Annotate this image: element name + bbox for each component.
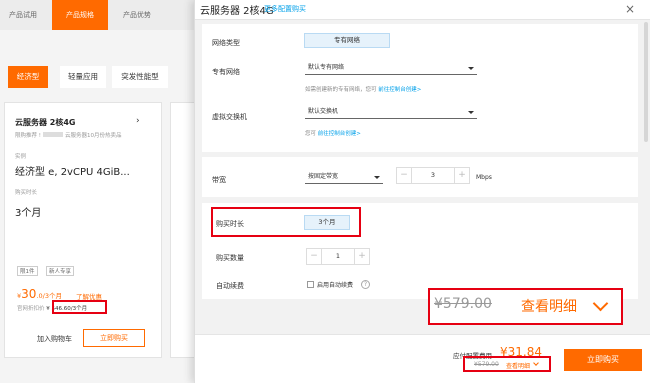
auto-renew-label: 自动续费 (216, 282, 244, 290)
bandwidth-label: 带宽 (212, 176, 226, 184)
vswitch-select[interactable]: 默认交换机 (305, 106, 477, 119)
help-icon[interactable]: ? (361, 280, 370, 289)
subtab-lightweight[interactable]: 轻量应用 (60, 66, 106, 88)
panel-header: 云服务器 2核4G 更多配置购买 × (195, 0, 650, 20)
quantity-decrease-button[interactable]: − (307, 249, 321, 264)
network-section: 网络类型 专有网络 专有网络 默认专有网络 如需创建新的专有网络，您可 前往控制… (202, 24, 638, 152)
subtab-economy[interactable]: 经济型 (8, 66, 48, 88)
instance-value: 经济型 e, 2vCPU 4GiB... (15, 167, 130, 178)
card-title: 云服务器 2核4G (15, 118, 76, 127)
purchase-section: 购买时长 3个月 购买数量 − 1 + 自动续费 启用自动续费 ? (202, 203, 638, 299)
add-to-cart-button[interactable]: 加入购物车 (37, 334, 72, 344)
tab-product-trial[interactable]: 产品试用 (0, 0, 46, 30)
bandwidth-section: 带宽 按固定带宽 − 3 + Mbps (202, 157, 638, 197)
highlight-box-duration (211, 207, 361, 237)
vswitch-help: 您可 前往控制台创建> (305, 131, 361, 137)
panel-title: 云服务器 2核4G (200, 6, 274, 17)
quantity-increase-button[interactable]: + (355, 249, 369, 264)
product-card: 云服务器 2核4G › 限购推荐 ! 云服务器10月份热卖品 实例 经济型 e, … (4, 102, 162, 358)
bandwidth-increase-button[interactable]: + (455, 168, 469, 183)
purchase-panel: 云服务器 2核4G 更多配置购买 × 网络类型 专有网络 专有网络 默认专有网络… (194, 0, 650, 383)
limit-badge: 限1件 (17, 266, 38, 276)
card-buy-now-button[interactable]: 立即购买 (83, 329, 145, 347)
auto-renew-option[interactable]: 启用自动续费 (317, 280, 353, 289)
subtab-burstable[interactable]: 突发性能型 (112, 66, 168, 88)
tab-product-advantages[interactable]: 产品优势 (112, 0, 162, 30)
vpc-help: 如需创建新的专有网络，您可 前往控制台创建> (305, 87, 422, 93)
vswitch-console-link[interactable]: 前往控制台创建> (318, 131, 361, 137)
quantity-label: 购买数量 (216, 254, 244, 262)
buy-now-button[interactable]: 立即购买 (564, 349, 642, 371)
auto-renew-checkbox[interactable] (307, 281, 314, 288)
new-user-badge: 新人专享 (46, 266, 75, 276)
scrollbar[interactable] (644, 22, 648, 142)
tab-product-specs[interactable]: 产品规格 (52, 0, 108, 30)
more-config-link[interactable]: 更多配置购买 (264, 4, 306, 14)
highlight-box-left (52, 300, 107, 314)
product-page: 产品试用 产品规格 产品优势 经济型 轻量应用 突发性能型 云服务器 2核4G … (0, 0, 198, 383)
bandwidth-decrease-button[interactable]: − (397, 168, 411, 183)
quantity-stepper[interactable]: − 1 + (306, 248, 370, 265)
zoom-original-price: ¥579.00 (434, 296, 492, 312)
chevron-down-icon (374, 176, 380, 179)
network-type-option[interactable]: 专有网络 (304, 33, 390, 48)
network-type-label: 网络类型 (212, 39, 240, 47)
top-nav: 产品试用 产品规格 产品优势 (0, 0, 198, 30)
bandwidth-value[interactable]: 3 (411, 168, 455, 183)
chevron-down-icon (468, 111, 474, 114)
bandwidth-mode-select[interactable]: 按固定带宽 (305, 171, 383, 184)
duration-label: 购买时长 (15, 190, 38, 196)
highlight-box-footer (463, 356, 551, 372)
bandwidth-stepper[interactable]: − 3 + (396, 167, 470, 184)
bandwidth-unit: Mbps (476, 174, 492, 181)
card-recommend: 限购推荐 ! 云服务器10月份热卖品 (15, 132, 122, 139)
chevron-right-icon[interactable]: › (136, 116, 140, 126)
vswitch-label: 虚拟交换机 (212, 113, 247, 121)
chevron-down-icon (468, 67, 474, 70)
quantity-value[interactable]: 1 (321, 249, 355, 264)
vpc-label: 专有网络 (212, 68, 240, 76)
card-price: ¥30.0/3个月 (17, 287, 62, 301)
close-icon[interactable]: × (625, 2, 635, 16)
duration-value: 3个月 (15, 208, 42, 219)
instance-label: 实例 (15, 154, 27, 160)
panel-footer: 应付配置费用 ¥31.84 ¥579.00 查看明细 立即购买 (195, 334, 650, 383)
vpc-console-link[interactable]: 前往控制台创建> (378, 87, 421, 93)
vpc-select[interactable]: 默认专有网络 (305, 62, 477, 75)
zoom-view-details-link[interactable]: 查看明细 (521, 296, 577, 316)
